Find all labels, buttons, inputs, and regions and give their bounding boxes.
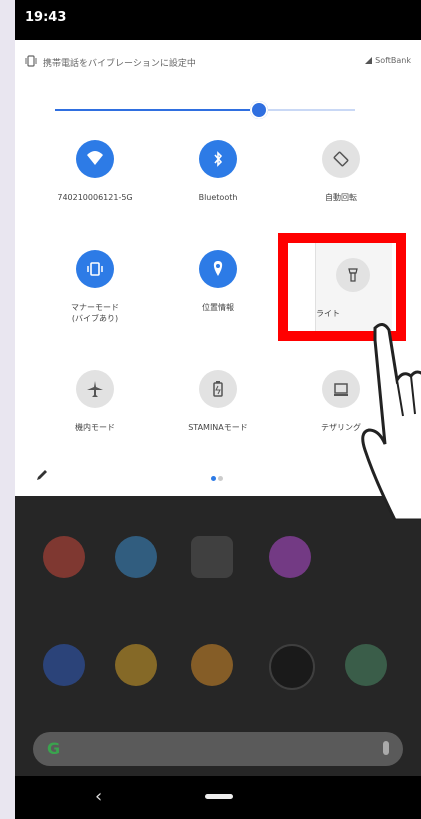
camera-icon[interactable] xyxy=(269,644,315,690)
tile-wifi[interactable]: 740210006121-5G xyxy=(35,140,155,240)
vibrate-icon xyxy=(76,250,114,288)
tile-auto-rotate-label: 自動回転 xyxy=(325,193,357,202)
tile-bluetooth-label: Bluetooth xyxy=(198,193,238,202)
vibration-notice[interactable]: 携帯電話をバイブレーションに設定中 SoftBank xyxy=(25,54,411,72)
vibration-text: 携帯電話をバイブレーションに設定中 xyxy=(43,59,196,69)
page-indicator xyxy=(211,466,225,485)
gmail-icon[interactable] xyxy=(43,536,85,578)
vibration-icon xyxy=(25,55,37,67)
google-search-bar[interactable]: G xyxy=(33,732,403,766)
edit-icon[interactable] xyxy=(35,468,49,482)
tile-stamina-label: STAMINAモード xyxy=(188,423,248,432)
status-time: 19:43 xyxy=(25,10,67,25)
tile-auto-rotate[interactable]: 自動回転 xyxy=(281,140,401,240)
bluetooth-icon xyxy=(199,140,237,178)
back-icon[interactable]: ‹ xyxy=(95,786,102,807)
home-button[interactable] xyxy=(205,794,233,799)
signal-icon xyxy=(365,57,373,64)
messages-icon[interactable] xyxy=(43,644,85,686)
brightness-fill xyxy=(55,109,259,111)
pointing-hand-icon xyxy=(361,323,421,520)
status-bar: 19:43 xyxy=(15,0,421,40)
airplane-icon xyxy=(76,370,114,408)
tile-airplane-mode[interactable]: 機内モード xyxy=(35,370,155,470)
calculator-icon[interactable] xyxy=(345,644,387,686)
tile-wifi-label: 740210006121-5G xyxy=(57,193,133,202)
page-dot xyxy=(218,476,223,481)
location-icon xyxy=(199,250,237,288)
tile-stamina-mode[interactable]: STAMINAモード xyxy=(158,370,278,470)
photos-icon[interactable] xyxy=(269,536,311,578)
play-store-icon[interactable] xyxy=(115,536,157,578)
home-screen: G ‹ xyxy=(15,496,421,819)
brightness-thumb[interactable] xyxy=(250,101,268,119)
google-icon: G xyxy=(47,739,61,758)
tile-location-label: 位置情報 xyxy=(202,303,234,312)
auto-rotate-icon xyxy=(322,140,360,178)
tile-bluetooth[interactable]: Bluetooth xyxy=(158,140,278,240)
tile-location[interactable]: 位置情報 xyxy=(158,250,278,350)
carrier-name: SoftBank xyxy=(375,56,411,65)
phone-screen: 19:43 携帯電話をバイブレーションに設定中 SoftBank 7402100… xyxy=(15,0,421,819)
carrier-info: SoftBank xyxy=(365,56,411,65)
tile-manner-mode-label: マナーモード (バイブあり) xyxy=(71,303,119,323)
page-dot-active xyxy=(211,476,216,481)
tile-airplane-label: 機内モード xyxy=(75,423,115,432)
brightness-slider[interactable] xyxy=(55,100,355,120)
battery-icon xyxy=(199,370,237,408)
navigation-bar: ‹ xyxy=(15,776,421,819)
email-icon[interactable] xyxy=(191,644,233,686)
mic-icon[interactable] xyxy=(383,741,389,755)
chrome-icon[interactable] xyxy=(115,644,157,686)
wifi-icon xyxy=(76,140,114,178)
app-icon[interactable] xyxy=(191,536,233,578)
tile-manner-mode[interactable]: マナーモード (バイブあり) xyxy=(35,250,155,350)
